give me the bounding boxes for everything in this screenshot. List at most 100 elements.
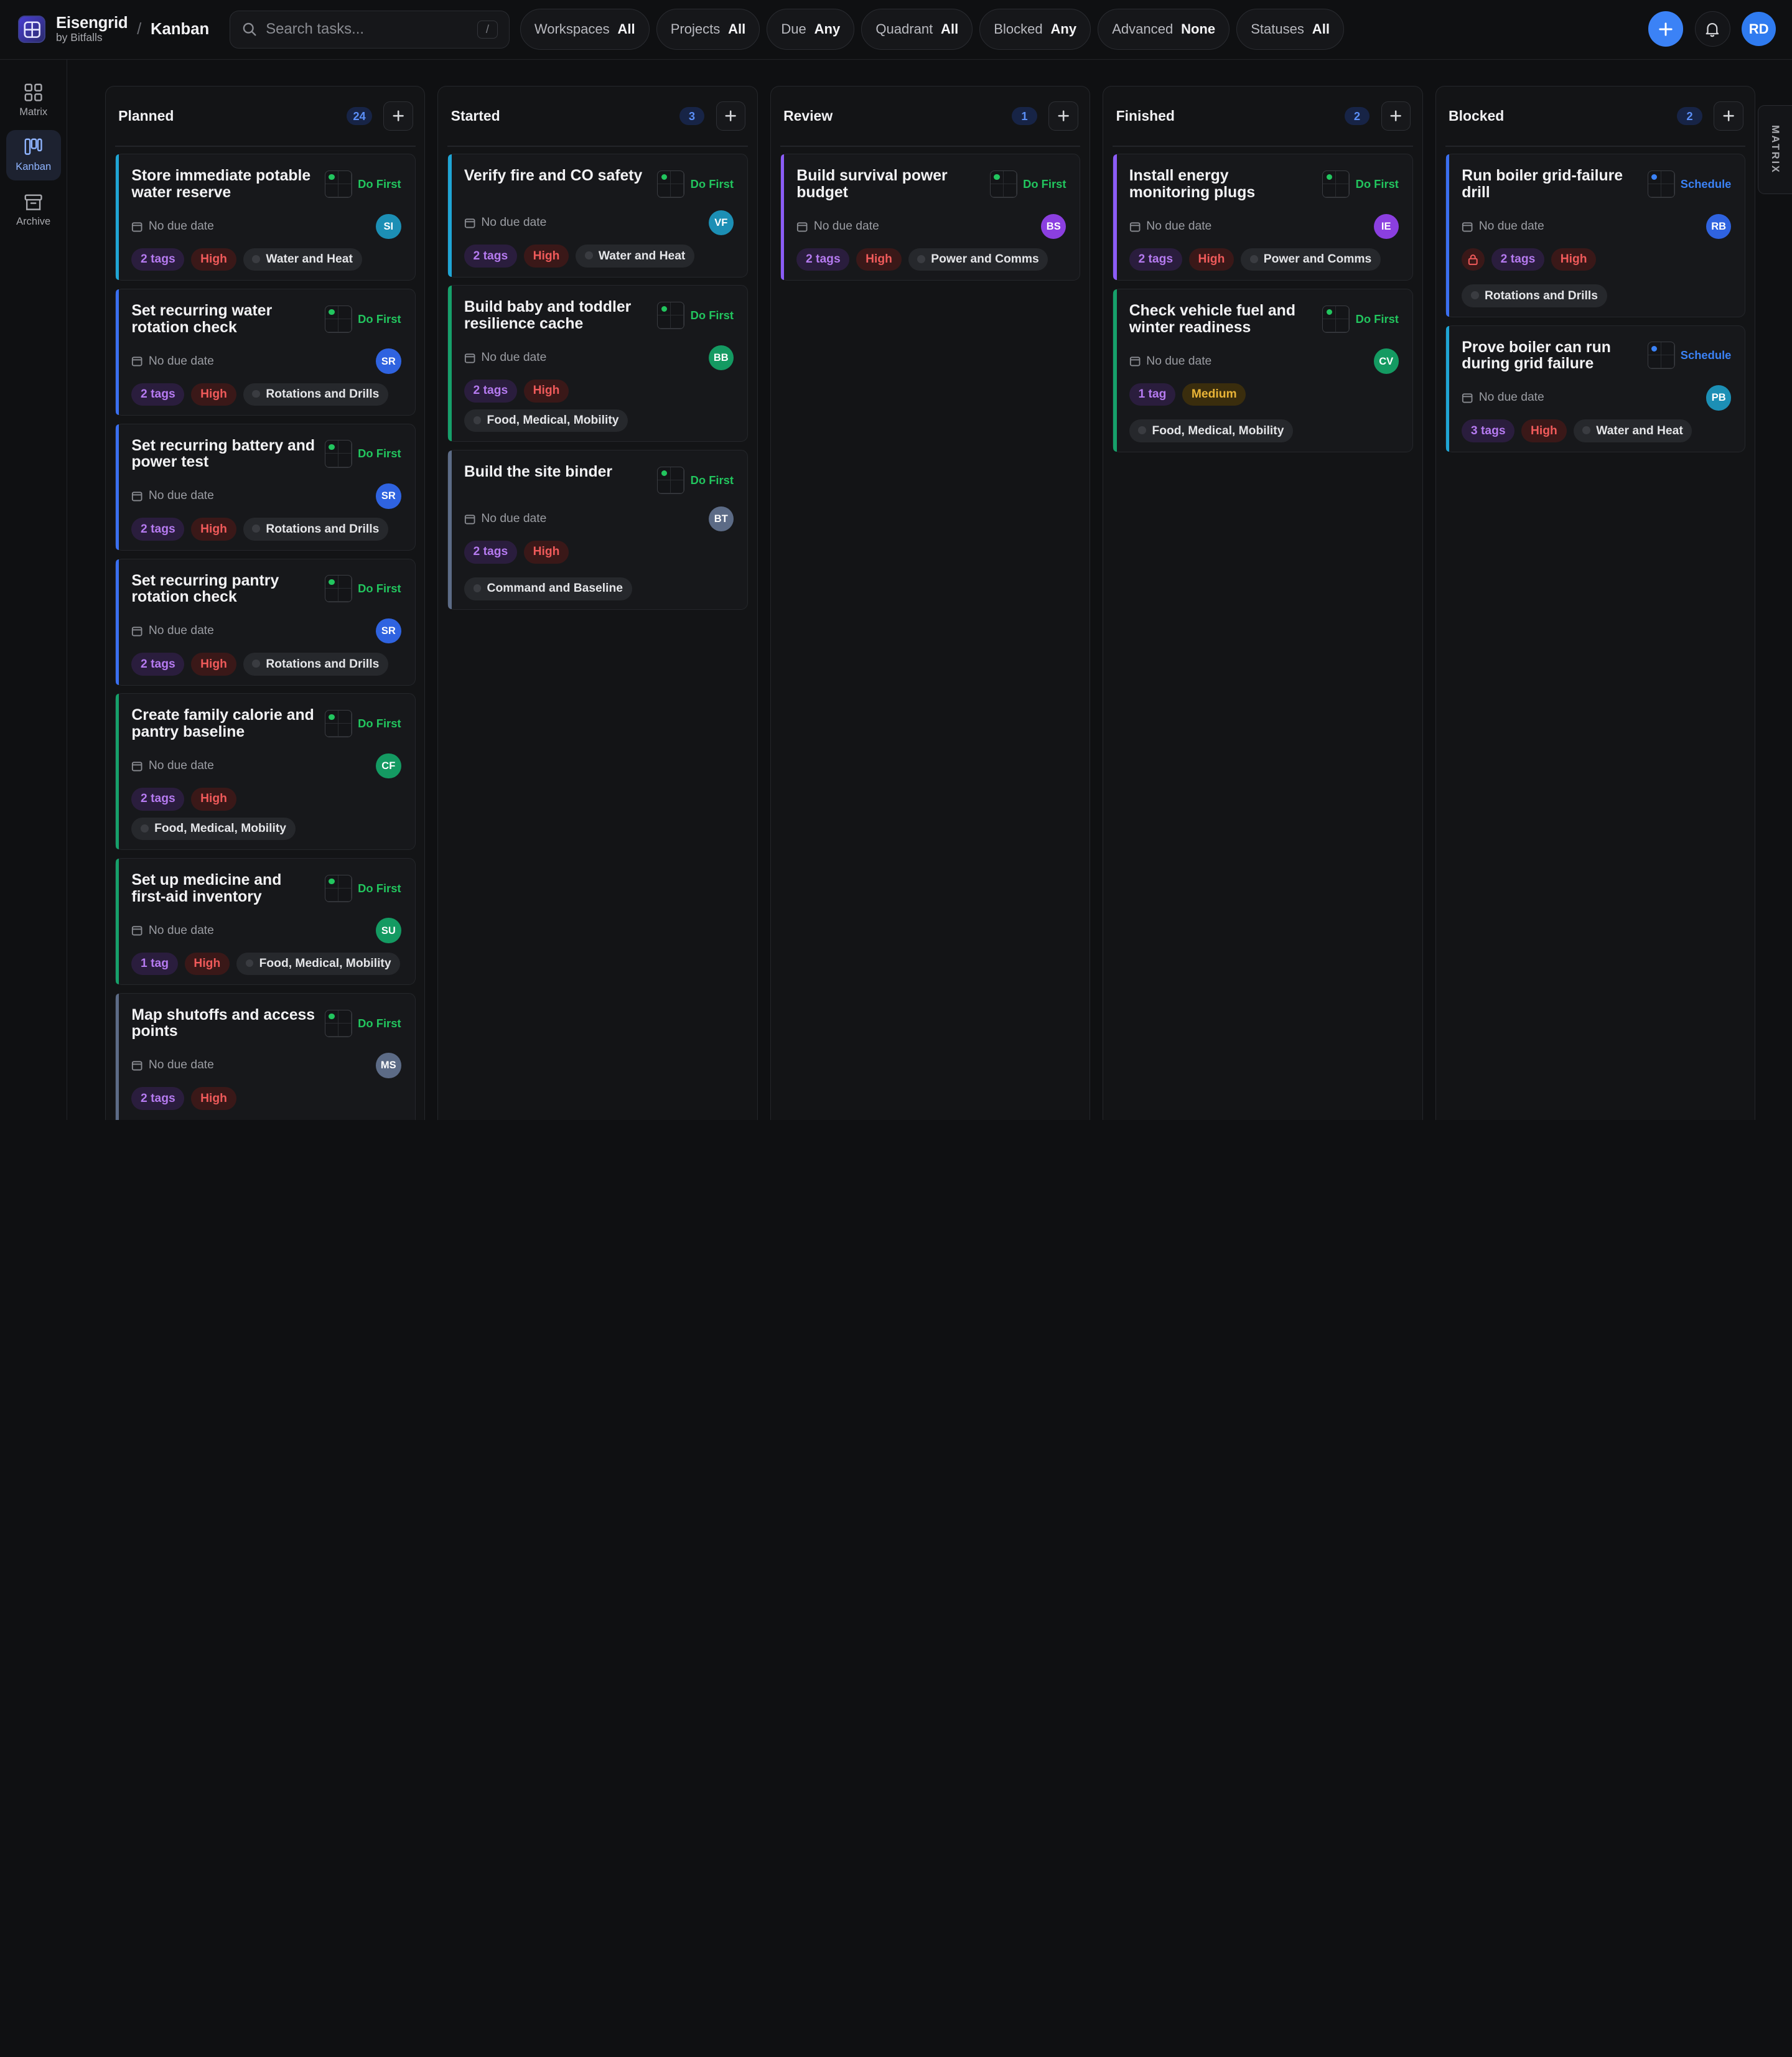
assignee-avatar[interactable]: VF [708, 210, 734, 236]
column-add-button[interactable] [1048, 101, 1078, 131]
assignee-avatar[interactable]: CV [1373, 348, 1399, 374]
column-add-button[interactable] [1714, 101, 1743, 131]
user-avatar[interactable]: RD [1742, 12, 1776, 47]
task-card[interactable]: Verify fire and CO safety Do First No due … [447, 154, 749, 278]
quadrant-indicator[interactable]: Schedule [1647, 168, 1731, 198]
column-add-button[interactable] [1381, 101, 1411, 131]
notifications-button[interactable] [1694, 11, 1730, 47]
project-chip[interactable]: Rotations and Drills [243, 383, 389, 406]
calendar-icon [1462, 393, 1473, 403]
filter-due-button[interactable]: Due Any [767, 9, 855, 50]
task-card[interactable]: Build baby and toddler resilience cache D… [447, 285, 749, 442]
due-date-text: No due date [1478, 391, 1544, 404]
quadrant-indicator[interactable]: Do First [324, 707, 401, 738]
assignee-avatar[interactable]: BS [1041, 213, 1066, 239]
quadrant-indicator[interactable]: Do First [657, 168, 734, 198]
project-chip[interactable]: Water and Heat [1573, 419, 1692, 442]
assignee-avatar[interactable]: MS [376, 1053, 401, 1078]
tags-chip[interactable]: 1 tag [1129, 383, 1176, 406]
quadrant-grid-icon [1647, 170, 1675, 198]
tags-chip[interactable]: 1 tag [131, 952, 178, 976]
filter-statuses-button[interactable]: Statuses All [1236, 9, 1344, 50]
quadrant-indicator[interactable]: Do First [324, 1007, 401, 1037]
task-card[interactable]: Install energy monitoring plugs Do First N… [1113, 154, 1413, 281]
project-chip[interactable]: Food, Medical, Mobility [1129, 419, 1294, 442]
project-chip[interactable]: Food, Medical, Mobility [464, 409, 628, 432]
quadrant-indicator[interactable]: Do First [989, 168, 1066, 198]
project-chip[interactable]: Water and Heat [243, 248, 362, 271]
tags-chip[interactable]: 2 tags [796, 248, 850, 271]
project-chip[interactable]: Power and Comms [1241, 248, 1381, 271]
assignee-avatar[interactable]: RB [1706, 213, 1732, 239]
task-card[interactable]: Check vehicle fuel and winter readiness D… [1113, 288, 1413, 452]
nav-item-matrix[interactable]: Matrix [6, 75, 61, 126]
task-card[interactable]: Build the site binder Do First No due date… [447, 449, 749, 610]
filter-quadrant-button[interactable]: Quadrant All [861, 9, 973, 50]
project-chip[interactable]: Power and Comms [908, 248, 1048, 271]
task-card[interactable]: Run boiler grid-failure drill Schedule No … [1445, 154, 1746, 317]
project-chip[interactable]: Rotations and Drills [243, 518, 389, 541]
task-card[interactable]: Create family calorie and pantry baselin… [114, 693, 416, 851]
assignee-avatar[interactable]: BT [708, 506, 734, 532]
quadrant-indicator[interactable]: Do First [1322, 168, 1399, 198]
assignee-avatar[interactable]: PB [1706, 385, 1732, 411]
assignee-avatar[interactable]: BB [708, 345, 734, 371]
quadrant-indicator[interactable]: Do First [657, 464, 734, 494]
task-card[interactable]: Set recurring battery and power test Do F… [114, 423, 416, 551]
quadrant-indicator[interactable]: Do First [324, 438, 401, 468]
project-chip[interactable]: Command and Baseline [464, 577, 632, 600]
project-chip[interactable]: Water and Heat [576, 245, 695, 268]
assignee-avatar[interactable]: IE [1373, 213, 1399, 239]
project-chip[interactable]: Food, Medical, Mobility [236, 952, 401, 976]
assignee-avatar[interactable]: SR [376, 348, 401, 374]
tags-chip[interactable]: 2 tags [1129, 248, 1182, 271]
search-input[interactable] [266, 21, 469, 39]
assignee-avatar[interactable]: CF [376, 753, 401, 779]
assignee-avatar[interactable]: SR [376, 483, 401, 509]
assignee-avatar[interactable]: SI [376, 213, 401, 239]
quadrant-indicator[interactable]: Schedule [1647, 340, 1731, 370]
tags-chip[interactable]: 2 tags [131, 518, 185, 541]
app-logo[interactable] [18, 16, 46, 44]
nav-item-kanban[interactable]: Kanban [6, 130, 61, 181]
quadrant-indicator[interactable]: Do First [324, 872, 401, 902]
quadrant-indicator[interactable]: Do First [324, 168, 401, 198]
column-add-button[interactable] [716, 101, 746, 131]
quadrant-indicator[interactable]: Do First [1322, 303, 1399, 333]
tags-chip[interactable]: 3 tags [1462, 419, 1515, 442]
quadrant-label: Do First [358, 717, 401, 730]
task-card[interactable]: Set recurring water rotation check Do Fir… [114, 288, 416, 416]
add-task-button[interactable] [1648, 11, 1684, 47]
assignee-avatar[interactable]: SU [376, 918, 401, 943]
project-chip[interactable]: Rotations and Drills [243, 653, 389, 676]
tags-chip[interactable]: 2 tags [1491, 248, 1545, 271]
nav-item-archive[interactable]: Archive [6, 185, 61, 236]
tags-chip[interactable]: 2 tags [464, 541, 517, 564]
matrix-side-tab[interactable]: MATRIX [1757, 105, 1792, 195]
tags-chip[interactable]: 2 tags [131, 787, 185, 811]
assignee-avatar[interactable]: SR [376, 618, 401, 644]
tags-chip[interactable]: 2 tags [131, 653, 185, 676]
quadrant-indicator[interactable]: Do First [657, 299, 734, 330]
task-card[interactable]: Map shutoffs and access points Do First No… [114, 992, 416, 1120]
task-card[interactable]: Set recurring pantry rotation check Do Fi… [114, 558, 416, 686]
project-chip[interactable]: Rotations and Drills [1462, 284, 1607, 308]
task-card[interactable]: Store immediate potable water reserve Do … [114, 154, 416, 281]
tags-chip[interactable]: 2 tags [131, 383, 185, 406]
task-card[interactable]: Build survival power budget Do First No du… [780, 154, 1081, 281]
filter-projects-button[interactable]: Projects All [656, 9, 760, 50]
project-chip[interactable]: Food, Medical, Mobility [131, 817, 296, 841]
quadrant-indicator[interactable]: Do First [324, 303, 401, 333]
task-card[interactable]: Set up medicine and first-aid inventory D… [114, 857, 416, 985]
tags-chip[interactable]: 2 tags [464, 380, 517, 403]
search-box[interactable]: / [230, 10, 510, 49]
quadrant-indicator[interactable]: Do First [324, 573, 401, 603]
filter-blocked-button[interactable]: Blocked Any [979, 9, 1091, 50]
column-add-button[interactable] [383, 101, 413, 131]
task-card[interactable]: Prove boiler can run during grid failure… [1445, 325, 1746, 452]
filter-advanced-button[interactable]: Advanced None [1098, 9, 1230, 50]
tags-chip[interactable]: 2 tags [131, 1087, 185, 1111]
filter-workspaces-button[interactable]: Workspaces All [520, 9, 650, 50]
tags-chip[interactable]: 2 tags [464, 245, 517, 268]
tags-chip[interactable]: 2 tags [131, 248, 185, 271]
